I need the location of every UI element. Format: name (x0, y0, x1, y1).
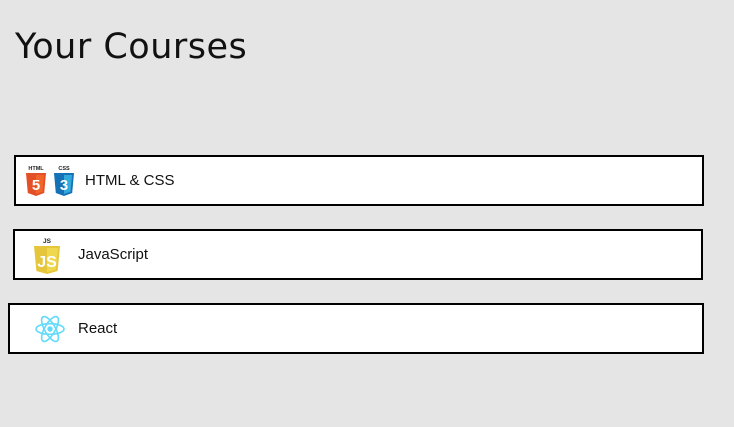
svg-text:5: 5 (32, 177, 40, 194)
svg-text:JS: JS (43, 238, 52, 245)
svg-text:3: 3 (60, 177, 68, 194)
course-label: HTML & CSS (85, 172, 175, 189)
svg-text:CSS: CSS (58, 166, 70, 172)
course-card-html-css[interactable]: HTML 5 CSS 3 HTML & CSS (14, 155, 704, 206)
page-title: Your Courses (15, 27, 248, 67)
course-label: React (78, 320, 118, 337)
course-label: JavaScript (78, 246, 149, 263)
course-card-javascript[interactable]: JS JS JavaScript (13, 229, 703, 280)
react-icon (34, 315, 66, 343)
svg-text:JS: JS (37, 254, 57, 271)
javascript-icon: JS JS (32, 235, 62, 275)
course-card-react[interactable]: React (8, 303, 704, 354)
html5-icon: HTML 5 (25, 165, 47, 197)
css3-icon: CSS 3 (53, 165, 75, 197)
svg-text:HTML: HTML (28, 166, 44, 172)
